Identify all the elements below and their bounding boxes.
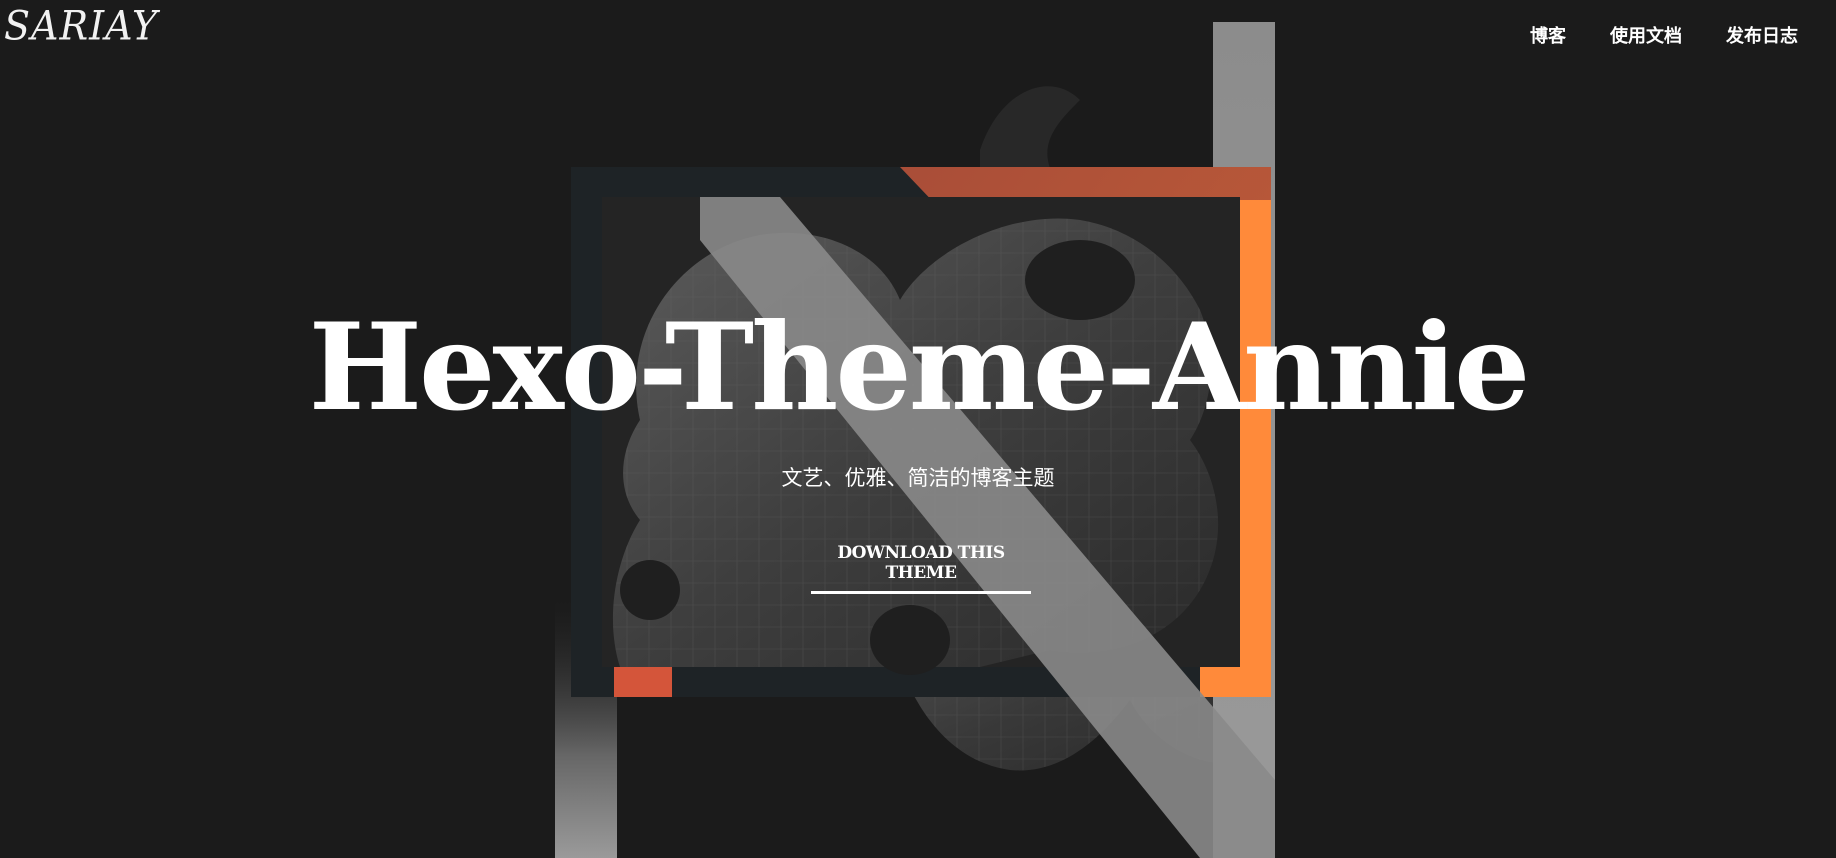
hero-title: Hexo-Theme-Annie bbox=[308, 297, 1531, 438]
hero-subtitle: 文艺、优雅、简洁的博客主题 bbox=[781, 466, 1055, 490]
nav-item-docs[interactable]: 使用文档 bbox=[1610, 22, 1682, 48]
site-logo[interactable]: SARIAY bbox=[4, 3, 158, 49]
nav-item-changelog[interactable]: 发布日志 bbox=[1726, 22, 1798, 48]
main-nav: 博客 使用文档 发布日志 bbox=[1530, 22, 1798, 48]
page: SARIAY 博客 使用文档 发布日志 Hexo-Theme-Annie 文艺、… bbox=[0, 0, 1836, 858]
download-theme-button[interactable]: DOWNLOAD THIS THEME bbox=[811, 543, 1031, 594]
nav-item-blog[interactable]: 博客 bbox=[1530, 22, 1566, 48]
